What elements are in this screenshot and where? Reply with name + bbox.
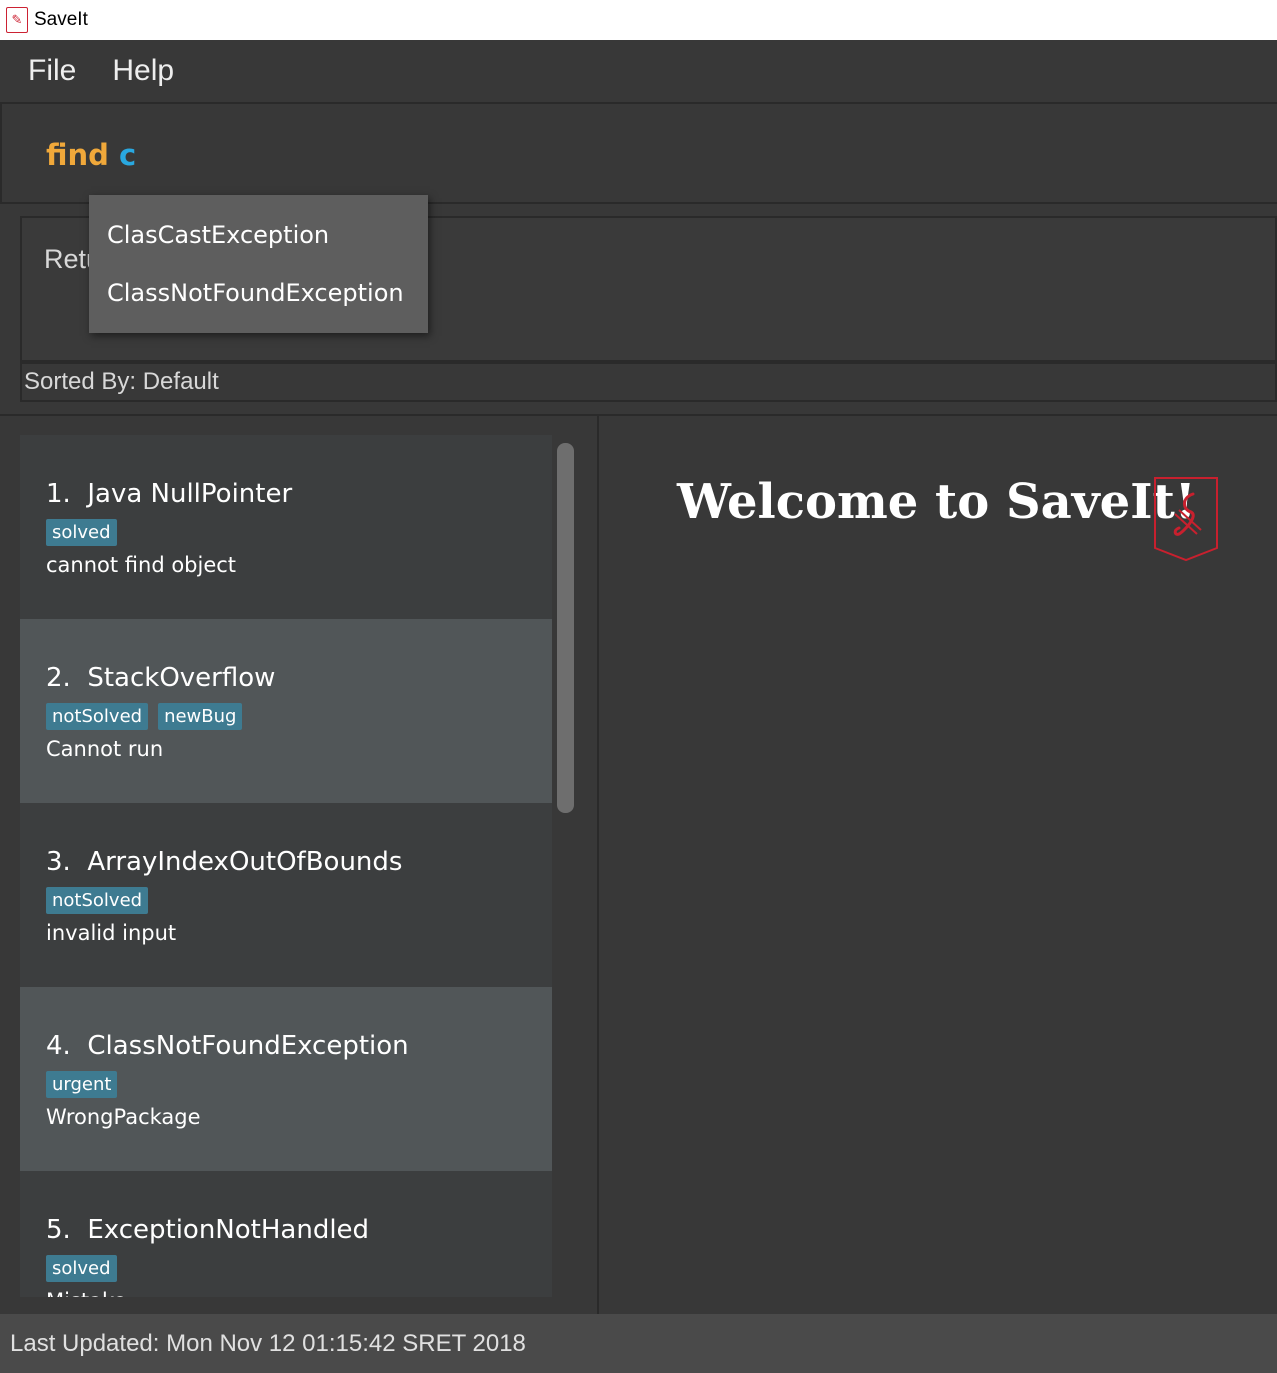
menu-help[interactable]: Help xyxy=(112,54,174,88)
issue-title: 3. ArrayIndexOutOfBounds xyxy=(46,847,403,877)
command-word: find xyxy=(46,138,109,172)
issue-card[interactable]: 2. StackOverflow notSolved newBug Cannot… xyxy=(20,619,552,803)
issue-tags: solved xyxy=(46,519,117,546)
sort-status: Sorted By: Default xyxy=(20,362,1277,402)
window-title: SaveIt xyxy=(34,9,88,30)
issue-card[interactable]: 5. ExceptionNotHandled solved Mistake xyxy=(20,1171,552,1297)
last-updated: Last Updated: Mon Nov 12 01:15:42 SRET 2… xyxy=(10,1329,526,1357)
issue-title: 2. StackOverflow xyxy=(46,663,276,693)
autocomplete-item[interactable]: ClassNotFoundException xyxy=(107,279,404,307)
issue-tags: notSolved newBug xyxy=(46,703,243,730)
issue-list[interactable]: 1. Java NullPointer solved cannot find o… xyxy=(20,435,552,1297)
tag-badge: urgent xyxy=(46,1071,118,1098)
tag-badge: newBug xyxy=(158,703,243,730)
command-input[interactable]: find c xyxy=(46,138,136,172)
tag-badge: solved xyxy=(46,1255,117,1282)
list-scrollbar[interactable] xyxy=(557,443,574,813)
tag-badge: notSolved xyxy=(46,703,149,730)
welcome-heading: Welcome to SaveIt! xyxy=(677,474,1196,530)
saveit-logo-icon: ✎ xyxy=(6,7,28,33)
issue-description: invalid input xyxy=(46,921,177,945)
menu-file[interactable]: File xyxy=(28,54,76,88)
autocomplete-dropdown: ClasCastException ClassNotFoundException xyxy=(89,195,428,333)
issue-card[interactable]: 4. ClassNotFoundException urgent WrongPa… xyxy=(20,987,552,1171)
scrollbar-thumb[interactable] xyxy=(557,443,574,813)
issue-description: Mistake xyxy=(46,1289,126,1297)
issue-title: 1. Java NullPointer xyxy=(46,479,293,509)
menu-bar: File Help xyxy=(0,40,1277,104)
issue-card[interactable]: 3. ArrayIndexOutOfBounds notSolved inval… xyxy=(20,803,552,987)
issue-description: Cannot run xyxy=(46,737,164,761)
autocomplete-item[interactable]: ClasCastException xyxy=(107,221,329,249)
saveit-logo-icon xyxy=(1154,477,1218,562)
tag-badge: notSolved xyxy=(46,887,149,914)
issue-card[interactable]: 1. Java NullPointer solved cannot find o… xyxy=(20,435,552,619)
command-argument: c xyxy=(119,138,137,172)
issue-tags: notSolved xyxy=(46,887,149,914)
issue-tags: solved xyxy=(46,1255,117,1282)
issue-description: cannot find object xyxy=(46,553,237,577)
issue-title: 4. ClassNotFoundException xyxy=(46,1031,409,1061)
issue-tags: urgent xyxy=(46,1071,118,1098)
status-bar: Last Updated: Mon Nov 12 01:15:42 SRET 2… xyxy=(0,1314,1277,1373)
issue-list-panel: 1. Java NullPointer solved cannot find o… xyxy=(0,416,599,1314)
sort-label: Sorted By: Default xyxy=(24,368,219,395)
command-box[interactable]: find c xyxy=(0,104,1277,204)
browser-panel: Welcome to SaveIt! xyxy=(599,416,1277,1314)
issue-title: 5. ExceptionNotHandled xyxy=(46,1215,370,1245)
title-bar: ✎ SaveIt xyxy=(0,0,1277,40)
issue-description: WrongPackage xyxy=(46,1105,201,1129)
tag-badge: solved xyxy=(46,519,117,546)
